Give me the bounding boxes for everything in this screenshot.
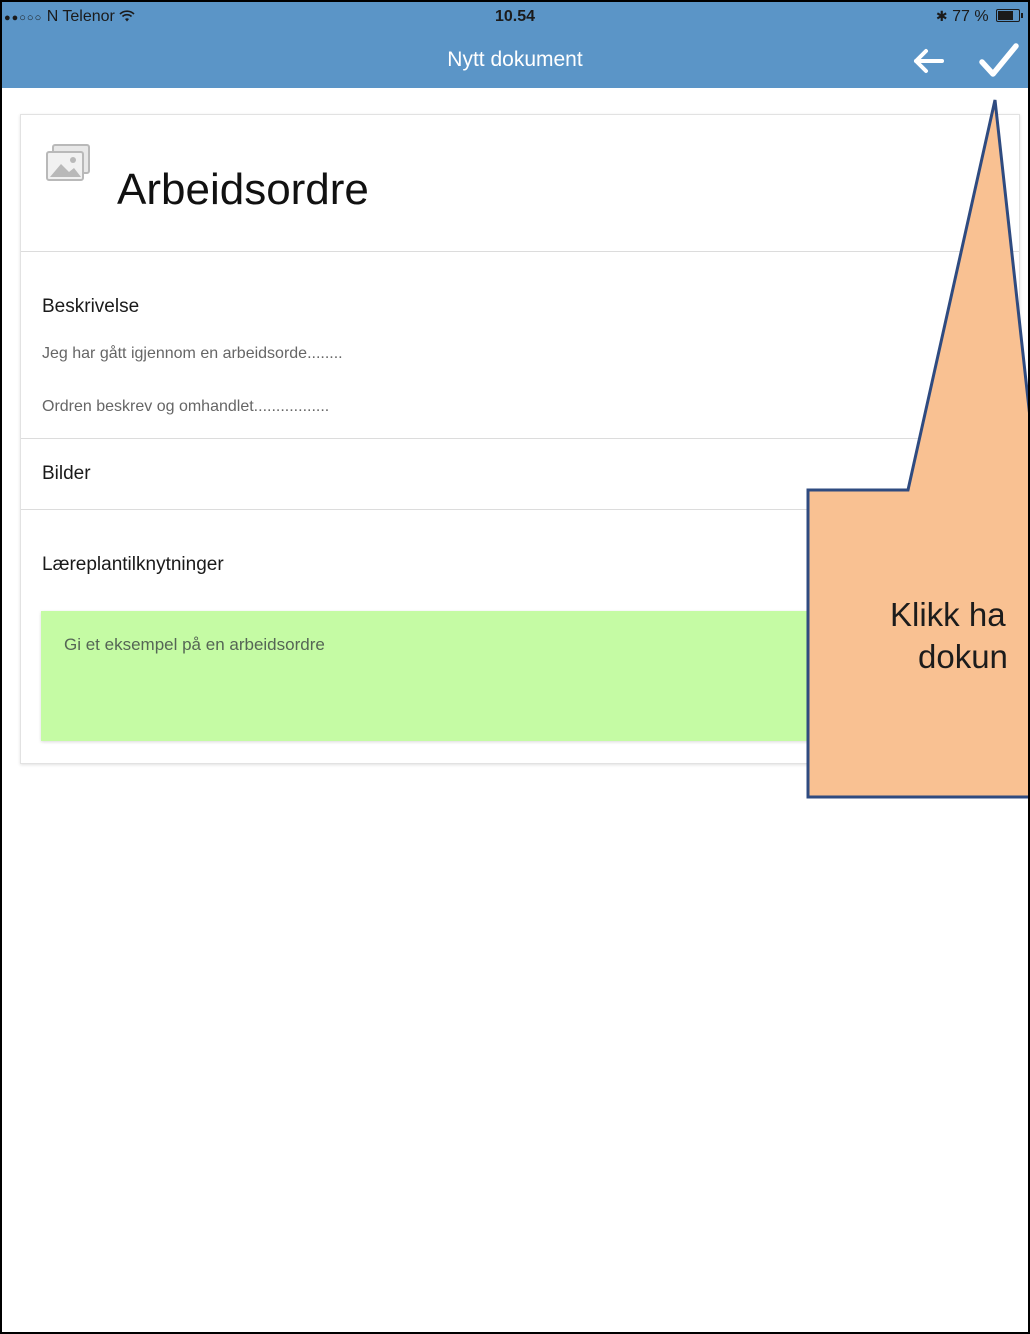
description-label: Beskrivelse [42, 296, 140, 317]
checkmark-icon[interactable] [976, 42, 1022, 80]
battery-area: ✱ 77 % [935, 8, 1023, 26]
divider [21, 509, 1019, 510]
screenshot-frame: ●●○○○ N Telenor 10.54 ✱ 77 % Nytt dokume… [0, 0, 1030, 1334]
clock: 10.54 [494, 8, 536, 25]
divider [21, 438, 1019, 439]
curriculum-label: Læreplantilknytninger [42, 554, 224, 575]
document-title[interactable]: Arbeidsordre [117, 165, 369, 215]
status-bar: ●●○○○ N Telenor 10.54 ✱ 77 % [2, 2, 1028, 34]
app-bar: ●●○○○ N Telenor 10.54 ✱ 77 % Nytt dokume… [2, 2, 1028, 88]
document-card: Arbeidsordre Beskrivelse Jeg har gått ig… [20, 114, 1020, 764]
page-title: Nytt dokument [447, 48, 583, 71]
back-arrow-icon[interactable] [908, 44, 948, 78]
bluetooth-icon: ✱ [935, 8, 948, 24]
document-header: Arbeidsordre [21, 115, 1019, 252]
curriculum-item[interactable]: Gi et eksempel på en arbeidsordre [41, 611, 1001, 741]
image-placeholder-icon[interactable] [45, 143, 91, 183]
curriculum-item-text: Gi et eksempel på en arbeidsordre [64, 635, 325, 654]
battery-percent: 77 % [952, 8, 989, 25]
images-label[interactable]: Bilder [42, 463, 91, 485]
battery-icon [996, 9, 1023, 22]
description-line[interactable]: Jeg har gått igjennom en arbeidsorde....… [42, 345, 343, 363]
description-line[interactable]: Ordren beskrev og omhandlet.............… [42, 398, 329, 416]
